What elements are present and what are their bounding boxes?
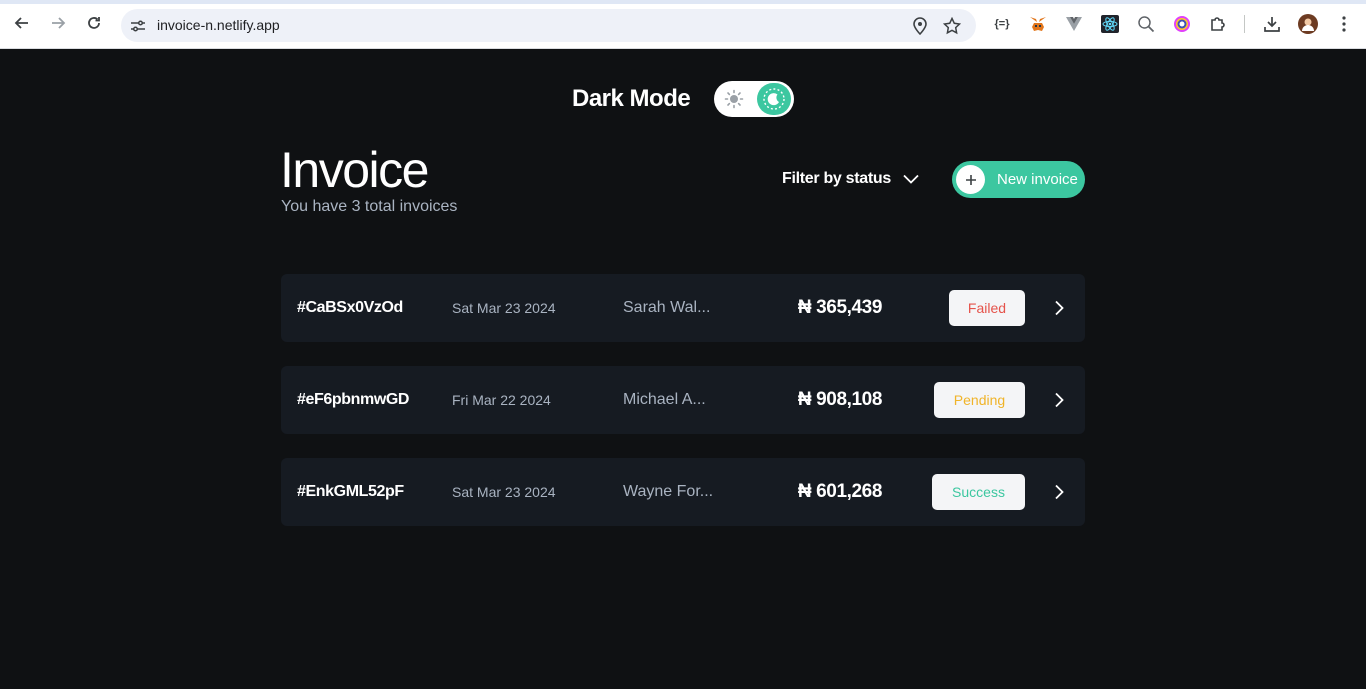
invoice-page: Dark Mode Invoice You have 3 total invoi… — [0, 49, 1366, 689]
new-invoice-button[interactable]: New invoice — [952, 161, 1085, 198]
chevron-down-icon — [903, 174, 919, 184]
new-invoice-label: New invoice — [997, 171, 1078, 188]
kebab-menu-icon[interactable] — [1334, 14, 1354, 34]
invoice-date: Sat Mar 23 2024 — [452, 300, 556, 316]
invoice-client: Wayne For... — [623, 483, 714, 500]
chevron-right-icon[interactable] — [1049, 390, 1069, 410]
forward-icon[interactable] — [46, 11, 70, 35]
invoice-id: #EnkGML52pF — [297, 483, 404, 500]
status-badge: Pending — [934, 382, 1025, 418]
invoice-row[interactable]: #CaBSx0VzOd Sat Mar 23 2024 Sarah Wal...… — [281, 274, 1085, 342]
bookmark-star-icon[interactable] — [942, 16, 962, 36]
site-info-icon[interactable] — [129, 17, 147, 35]
sun-icon — [724, 89, 744, 109]
invoice-amount: ₦ 365,439 — [797, 297, 882, 318]
invoice-client: Michael A... — [623, 391, 706, 408]
address-url[interactable]: invoice-n.netlify.app — [157, 17, 280, 33]
filter-label: Filter by status — [782, 170, 892, 187]
browser-toolbar: invoice-n.netlify.app {=} — [0, 0, 1366, 49]
zoom-icon[interactable] — [1136, 14, 1156, 34]
invoice-amount: ₦ 601,268 — [797, 481, 882, 502]
invoice-date: Fri Mar 22 2024 — [452, 392, 551, 408]
profile-avatar[interactable] — [1298, 14, 1318, 34]
color-picker-icon[interactable] — [1172, 14, 1192, 34]
dark-mode-label: Dark Mode — [572, 85, 691, 112]
invoice-id: #eF6pbnmwGD — [297, 391, 410, 408]
invoice-count-text: You have 3 total invoices — [281, 198, 458, 215]
dark-mode-toggle[interactable] — [714, 81, 794, 117]
invoice-date: Sat Mar 23 2024 — [452, 484, 556, 500]
extensions-puzzle-icon[interactable] — [1208, 14, 1228, 34]
metamask-icon[interactable] — [1028, 14, 1048, 34]
toolbar-separator — [1244, 15, 1245, 33]
location-icon[interactable] — [910, 16, 930, 36]
status-badge: Failed — [949, 290, 1025, 326]
chevron-right-icon[interactable] — [1049, 298, 1069, 318]
invoice-id: #CaBSx0VzOd — [297, 299, 403, 316]
moon-icon — [763, 88, 785, 110]
address-bar[interactable]: invoice-n.netlify.app — [121, 9, 976, 42]
filter-dropdown[interactable]: Filter by status — [782, 170, 919, 188]
download-icon[interactable] — [1262, 14, 1282, 34]
reload-icon[interactable] — [82, 11, 106, 35]
page-title: Invoice — [280, 142, 429, 198]
json-viewer-icon[interactable]: {=} — [992, 14, 1012, 34]
plus-icon — [956, 165, 985, 194]
chevron-right-icon[interactable] — [1049, 482, 1069, 502]
back-icon[interactable] — [10, 11, 34, 35]
vue-devtools-icon[interactable] — [1064, 14, 1084, 34]
tab-strip-edge — [0, 0, 1366, 4]
status-badge: Success — [932, 474, 1025, 510]
invoice-row[interactable]: #eF6pbnmwGD Fri Mar 22 2024 Michael A...… — [281, 366, 1085, 434]
toggle-knob[interactable] — [757, 83, 791, 115]
react-devtools-icon[interactable] — [1100, 14, 1120, 34]
invoice-amount: ₦ 908,108 — [797, 389, 882, 410]
invoice-row[interactable]: #EnkGML52pF Sat Mar 23 2024 Wayne For...… — [281, 458, 1085, 526]
invoice-client: Sarah Wal... — [623, 299, 711, 316]
